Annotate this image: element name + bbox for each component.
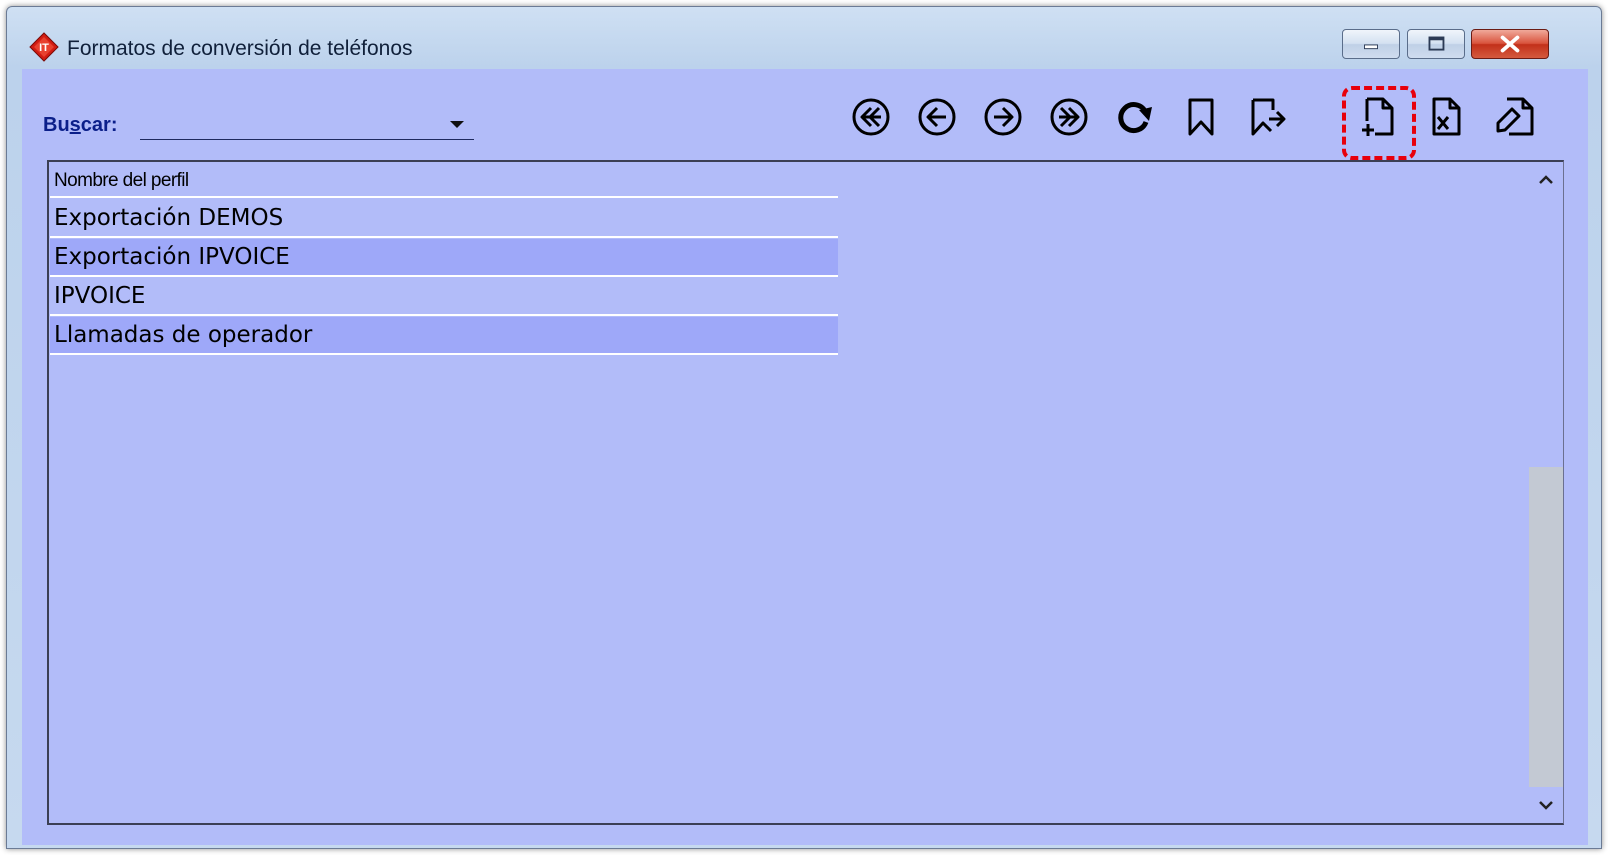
window-title: Formatos de conversión de teléfonos [67, 37, 413, 60]
previous-record-button[interactable] [910, 91, 964, 143]
bookmark-icon [1188, 98, 1214, 136]
double-arrow-left-circle-icon [852, 98, 890, 136]
scroll-up-button[interactable] [1529, 164, 1563, 196]
app-logo-icon: IT [29, 32, 59, 62]
go-to-bookmark-button[interactable] [1240, 91, 1294, 143]
delete-document-icon [1432, 97, 1461, 136]
scroll-down-button[interactable] [1529, 789, 1563, 821]
chevron-down-icon [1539, 801, 1553, 810]
scroll-thumb[interactable] [1529, 467, 1563, 787]
maximize-button[interactable] [1407, 29, 1465, 59]
last-record-button[interactable] [1042, 91, 1096, 143]
edit-document-icon [1496, 97, 1534, 136]
arrow-left-circle-icon [918, 98, 956, 136]
table-row[interactable]: Exportación IPVOICE [50, 239, 838, 277]
app-window: IT Formatos de conversión de teléfonos B… [6, 6, 1602, 849]
table-row[interactable]: IPVOICE [50, 278, 838, 316]
maximize-icon [1428, 36, 1445, 51]
chevron-down-icon[interactable] [450, 121, 464, 128]
vertical-scrollbar[interactable] [1529, 162, 1563, 823]
refresh-icon [1118, 102, 1152, 134]
new-record-highlight [1342, 86, 1416, 160]
delete-record-button[interactable] [1419, 91, 1473, 143]
chevron-up-icon [1539, 175, 1553, 184]
first-record-button[interactable] [844, 91, 898, 143]
search-combobox[interactable] [140, 108, 474, 140]
close-button[interactable] [1471, 29, 1549, 59]
bookmark-button[interactable] [1174, 91, 1228, 143]
arrow-right-circle-icon [984, 98, 1022, 136]
minimize-button[interactable] [1342, 29, 1400, 59]
table-row[interactable]: Llamadas de operador [50, 317, 838, 355]
search-label-text: Buscar: [43, 114, 118, 136]
double-arrow-right-circle-icon [1050, 98, 1088, 136]
minimize-icon [1364, 44, 1378, 50]
close-icon [1500, 35, 1520, 53]
edit-record-button[interactable] [1488, 91, 1542, 143]
svg-text:IT: IT [39, 42, 49, 54]
bookmark-arrow-icon [1251, 98, 1286, 136]
next-record-button[interactable] [976, 91, 1030, 143]
profiles-grid[interactable]: Nombre del perfil Exportación DEMOS Expo… [47, 160, 1564, 825]
column-header-nombre-del-perfil[interactable]: Nombre del perfil [50, 164, 838, 198]
search-label: Buscar: [43, 114, 118, 137]
search-input[interactable] [140, 108, 444, 140]
title-bar[interactable]: IT Formatos de conversión de teléfonos [7, 7, 1601, 69]
table-row[interactable]: Exportación DEMOS [50, 200, 838, 238]
refresh-button[interactable] [1108, 91, 1162, 143]
client-area: Buscar: Nombre del perfil Exportación DE… [22, 69, 1588, 845]
